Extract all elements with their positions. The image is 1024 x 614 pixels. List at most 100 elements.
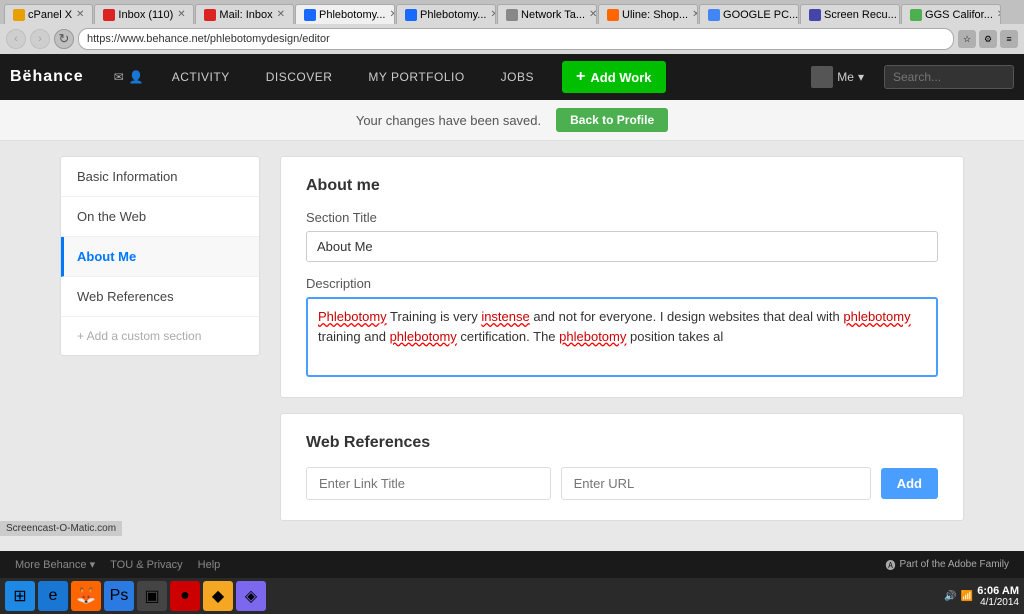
- tab-close-icon[interactable]: ✕: [490, 9, 496, 20]
- tab-mail[interactable]: Mail: Inbox ✕: [195, 4, 294, 24]
- logo-text: Bëhance: [10, 68, 84, 85]
- tray-volume-icon[interactable]: 🔊: [944, 591, 956, 602]
- mail-icon[interactable]: ✉: [114, 70, 124, 84]
- nav-link-portfolio[interactable]: MY PORTFOLIO: [360, 66, 472, 88]
- misspelled-word-1: Phlebotomy: [318, 309, 387, 324]
- misspelled-word-2: instense: [481, 309, 529, 324]
- address-bar[interactable]: https://www.behance.net/phlebotomydesign…: [78, 28, 954, 50]
- add-link-button[interactable]: Add: [881, 468, 938, 499]
- taskbar-ie-icon[interactable]: e: [38, 581, 68, 611]
- description-textarea[interactable]: Phlebotomy Training is very instense and…: [306, 297, 938, 377]
- tab-label: GGS Califor...: [925, 9, 993, 21]
- footer-tou[interactable]: TOU & Privacy: [110, 559, 183, 571]
- tab-favicon: [204, 9, 216, 21]
- tab-uline[interactable]: Uline: Shop... ✕: [598, 4, 698, 24]
- nav-link-activity[interactable]: ACTIVITY: [164, 66, 238, 88]
- about-me-card: About me Section Title Description Phleb…: [280, 156, 964, 398]
- taskbar-firefox-icon[interactable]: 🦊: [71, 581, 101, 611]
- tab-close-icon[interactable]: ✕: [692, 9, 698, 20]
- taskbar-purple-icon[interactable]: ◈: [236, 581, 266, 611]
- tab-close-icon[interactable]: ✕: [76, 9, 84, 20]
- tray-network-icon[interactable]: 📶: [961, 591, 973, 602]
- chevron-down-icon: ▾: [858, 70, 864, 84]
- adobe-text: Part of the Adobe Family: [899, 559, 1009, 570]
- notification-icon[interactable]: 👤: [129, 70, 144, 84]
- tab-favicon: [708, 9, 720, 21]
- tab-label: Inbox (110): [118, 9, 173, 21]
- url-text: https://www.behance.net/phlebotomydesign…: [87, 33, 330, 45]
- nav-message-icons: ✉ 👤: [114, 70, 144, 84]
- tab-close-icon[interactable]: ✕: [177, 9, 185, 20]
- web-ref-inputs-row: Add: [306, 467, 938, 500]
- tab-screen[interactable]: Screen Recu... ✕: [800, 4, 900, 24]
- tab-label: Network Ta...: [521, 9, 585, 21]
- screencast-watermark: Screencast-O-Matic.com: [0, 521, 122, 536]
- misspelled-word-5: phlebotomy: [559, 329, 626, 344]
- settings-icon[interactable]: ⚙: [979, 30, 997, 48]
- tab-gmail-inbox[interactable]: Inbox (110) ✕: [94, 4, 194, 24]
- tab-close-icon[interactable]: ✕: [997, 9, 1001, 20]
- tab-ggs[interactable]: GGS Califor... ✕: [901, 4, 1001, 24]
- nav-link-jobs[interactable]: JOBS: [493, 66, 542, 88]
- web-references-card: Web References Add: [280, 413, 964, 521]
- tray-date-value: 4/1/2014: [977, 597, 1019, 608]
- tab-favicon: [506, 9, 518, 21]
- user-label: Me: [837, 70, 854, 84]
- forward-button[interactable]: ›: [30, 29, 50, 49]
- nav-logo[interactable]: Bëhance: [10, 68, 84, 86]
- taskbar-red-icon[interactable]: ●: [170, 581, 200, 611]
- footer: More Behance ▾ TOU & Privacy Help 🅐 Part…: [0, 551, 1024, 578]
- web-references-heading: Web References: [306, 434, 938, 452]
- nav-link-discover[interactable]: DISCOVER: [258, 66, 341, 88]
- page-content: Basic Information On the Web About Me We…: [0, 141, 1024, 551]
- tab-favicon: [607, 9, 619, 21]
- sidebar: Basic Information On the Web About Me We…: [60, 156, 260, 536]
- link-title-input[interactable]: [306, 467, 551, 500]
- taskbar-misc-icon[interactable]: ▣: [137, 581, 167, 611]
- tab-cpanel[interactable]: cPanel X ✕: [4, 4, 93, 24]
- tab-close-icon[interactable]: ✕: [277, 9, 285, 20]
- url-input[interactable]: [561, 467, 871, 500]
- notification-message: Your changes have been saved.: [356, 113, 541, 128]
- reload-button[interactable]: ↻: [54, 29, 74, 49]
- tab-label: GOOGLE PC...: [723, 9, 798, 21]
- tab-favicon: [910, 9, 922, 21]
- sidebar-item-basic-info[interactable]: Basic Information: [61, 157, 259, 197]
- section-title-label: Section Title: [306, 210, 938, 225]
- sidebar-add-section[interactable]: + Add a custom section: [61, 317, 259, 355]
- misspelled-word-4: phlebotomy: [390, 329, 457, 344]
- back-to-profile-button[interactable]: Back to Profile: [556, 108, 668, 132]
- more-icon[interactable]: ≡: [1000, 30, 1018, 48]
- back-button[interactable]: ‹: [6, 29, 26, 49]
- plus-icon: +: [576, 68, 585, 86]
- bookmark-icon[interactable]: ☆: [958, 30, 976, 48]
- sidebar-item-web-references[interactable]: Web References: [61, 277, 259, 317]
- tab-favicon: [13, 9, 25, 21]
- tab-close-icon[interactable]: ✕: [389, 9, 395, 20]
- notification-bar: Your changes have been saved. Back to Pr…: [0, 100, 1024, 141]
- adobe-icon: 🅐: [885, 557, 895, 572]
- description-label: Description: [306, 276, 938, 291]
- add-work-button[interactable]: + Add Work: [562, 61, 666, 93]
- tab-favicon: [103, 9, 115, 21]
- tab-google[interactable]: GOOGLE PC... ✕: [699, 4, 799, 24]
- tab-label: Screen Recu...: [824, 9, 897, 21]
- tab-label: Mail: Inbox: [219, 9, 272, 21]
- start-button[interactable]: ⊞: [5, 581, 35, 611]
- section-title-input[interactable]: [306, 231, 938, 262]
- tab-label: cPanel X: [28, 9, 72, 21]
- taskbar-ps-icon[interactable]: Ps: [104, 581, 134, 611]
- tab-close-icon[interactable]: ✕: [589, 9, 597, 20]
- misspelled-word-3: phlebotomy: [843, 309, 910, 324]
- footer-more-behance[interactable]: More Behance ▾: [15, 558, 95, 571]
- tab-phlebotomy-2[interactable]: Phlebotomy... ✕: [396, 4, 496, 24]
- user-menu[interactable]: Me ▾: [811, 66, 864, 88]
- footer-help[interactable]: Help: [198, 559, 221, 571]
- tab-phlebotomy-active[interactable]: Phlebotomy... ✕: [295, 4, 395, 24]
- taskbar-orange-icon[interactable]: ◆: [203, 581, 233, 611]
- search-input[interactable]: [884, 65, 1014, 89]
- add-work-label: Add Work: [590, 70, 651, 85]
- tab-network[interactable]: Network Ta... ✕: [497, 4, 597, 24]
- sidebar-item-on-the-web[interactable]: On the Web: [61, 197, 259, 237]
- sidebar-item-about-me[interactable]: About Me: [61, 237, 259, 277]
